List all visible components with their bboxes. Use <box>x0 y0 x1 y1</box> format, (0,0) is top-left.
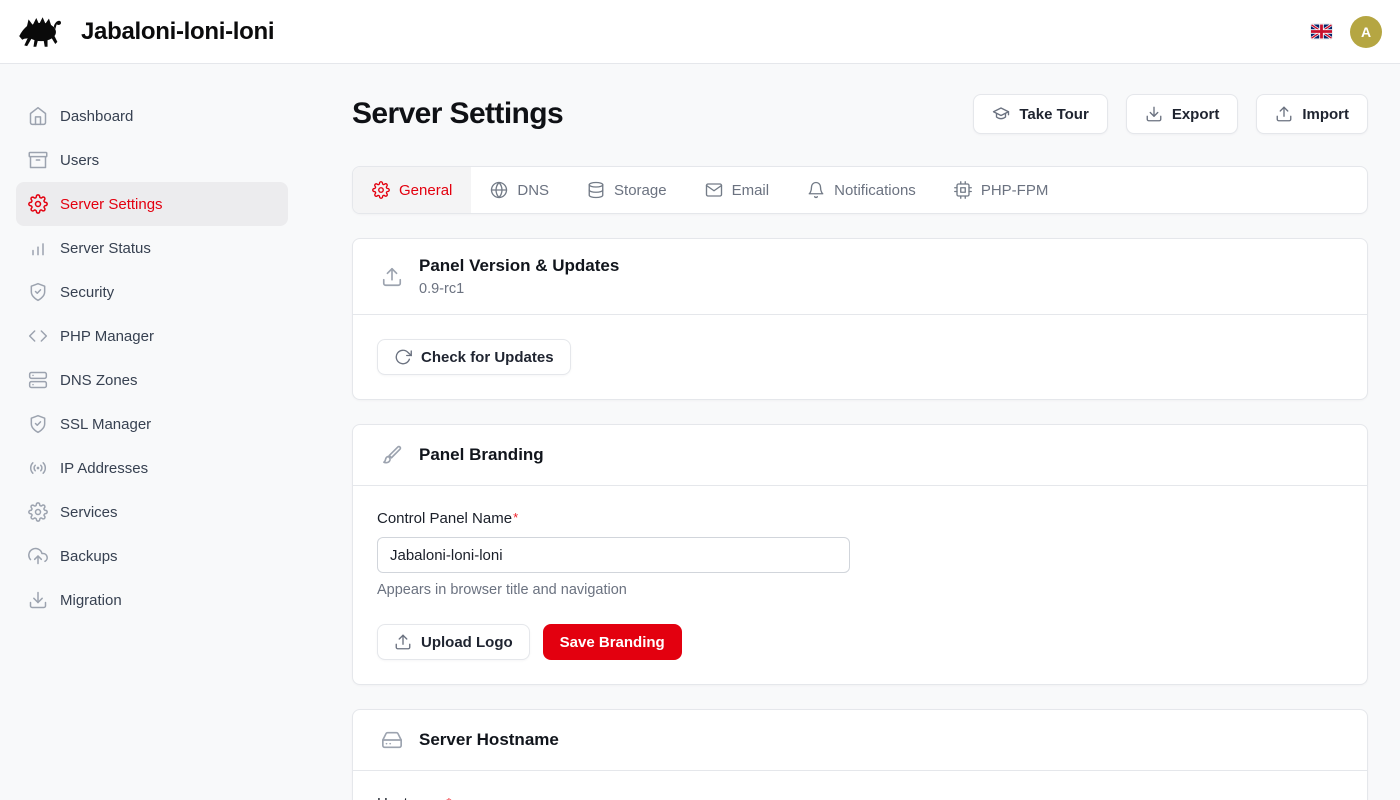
sidebar-item-label: Security <box>60 284 114 301</box>
control-panel-name-input[interactable] <box>377 537 850 573</box>
main-content: Server Settings Take Tour Export Import <box>304 64 1400 800</box>
shield-check-icon <box>28 282 48 302</box>
card-title: Panel Version & Updates <box>419 256 619 276</box>
sidebar-item-label: SSL Manager <box>60 416 151 433</box>
home-icon <box>28 106 48 126</box>
refresh-icon <box>394 348 412 366</box>
sidebar-item-label: Backups <box>60 548 118 565</box>
server-hostname-card-body: Hostname* <box>353 771 1367 800</box>
top-bar: Jabaloni-loni-loni A <box>0 0 1400 64</box>
tab-notifications[interactable]: Notifications <box>788 167 935 213</box>
panel-branding-card: Panel Branding Control Panel Name* Appea… <box>352 424 1368 685</box>
topbar-right: A <box>1311 16 1384 48</box>
database-icon <box>587 181 605 199</box>
layout: Dashboard Users Server Settings Server S… <box>0 64 1400 800</box>
sidebar-item-dns-zones[interactable]: DNS Zones <box>16 358 288 402</box>
globe-icon <box>490 181 508 199</box>
upload-icon <box>381 266 403 288</box>
sidebar-item-dashboard[interactable]: Dashboard <box>16 94 288 138</box>
shield-check-icon <box>28 414 48 434</box>
card-title: Server Hostname <box>419 730 559 750</box>
sidebar-item-services[interactable]: Services <box>16 490 288 534</box>
take-tour-button[interactable]: Take Tour <box>973 94 1107 134</box>
sidebar-item-users[interactable]: Users <box>16 138 288 182</box>
sidebar-item-server-status[interactable]: Server Status <box>16 226 288 270</box>
graduation-cap-icon <box>992 105 1010 123</box>
sidebar: Dashboard Users Server Settings Server S… <box>0 64 304 800</box>
avatar[interactable]: A <box>1350 16 1382 48</box>
page-actions: Take Tour Export Import <box>973 94 1368 134</box>
sidebar-item-label: Server Settings <box>60 196 163 213</box>
download-icon <box>28 590 48 610</box>
tab-dns[interactable]: DNS <box>471 167 568 213</box>
upload-logo-button[interactable]: Upload Logo <box>377 624 530 660</box>
panel-version-card: Panel Version & Updates 0.9-rc1 Check fo… <box>352 238 1368 400</box>
panel-version-card-body: Check for Updates <box>353 315 1367 399</box>
sidebar-item-label: IP Addresses <box>60 460 148 477</box>
code-icon <box>28 326 48 346</box>
upload-icon <box>394 633 412 651</box>
upload-icon <box>1275 105 1293 123</box>
server-hostname-card-header: Server Hostname <box>353 710 1367 771</box>
sidebar-item-server-settings[interactable]: Server Settings <box>16 182 288 226</box>
bell-icon <box>807 181 825 199</box>
sidebar-item-label: Users <box>60 152 99 169</box>
import-button[interactable]: Import <box>1256 94 1368 134</box>
panel-version-value: 0.9-rc1 <box>419 281 619 297</box>
server-stack-icon <box>28 370 48 390</box>
tab-storage[interactable]: Storage <box>568 167 686 213</box>
sidebar-item-backups[interactable]: Backups <box>16 534 288 578</box>
panel-version-card-header: Panel Version & Updates 0.9-rc1 <box>353 239 1367 315</box>
mail-icon <box>705 181 723 199</box>
cloud-upload-icon <box>28 546 48 566</box>
server-hostname-card: Server Hostname Hostname* <box>352 709 1368 800</box>
tab-email[interactable]: Email <box>686 167 789 213</box>
sidebar-item-label: PHP Manager <box>60 328 154 345</box>
sidebar-item-migration[interactable]: Migration <box>16 578 288 622</box>
broadcast-icon <box>28 458 48 478</box>
gear-icon <box>28 502 48 522</box>
sidebar-item-ssl-manager[interactable]: SSL Manager <box>16 402 288 446</box>
hard-drive-icon <box>381 729 403 751</box>
sidebar-item-label: Services <box>60 504 118 521</box>
panel-branding-card-header: Panel Branding <box>353 425 1367 486</box>
archive-icon <box>28 150 48 170</box>
save-branding-button[interactable]: Save Branding <box>543 624 682 660</box>
sidebar-item-label: Dashboard <box>60 108 133 125</box>
uk-flag-icon[interactable] <box>1311 24 1332 39</box>
cpu-icon <box>954 181 972 199</box>
settings-tabs: General DNS Storage Email Notifications … <box>352 166 1368 214</box>
download-icon <box>1145 105 1163 123</box>
sidebar-item-php-manager[interactable]: PHP Manager <box>16 314 288 358</box>
control-panel-name-label: Control Panel Name* <box>377 510 518 527</box>
brand[interactable]: Jabaloni-loni-loni <box>18 13 274 51</box>
check-for-updates-button[interactable]: Check for Updates <box>377 339 571 375</box>
control-panel-name-help: Appears in browser title and navigation <box>377 582 1343 598</box>
gear-icon <box>28 194 48 214</box>
required-marker: * <box>446 795 451 800</box>
export-button[interactable]: Export <box>1126 94 1239 134</box>
panel-branding-card-body: Control Panel Name* Appears in browser t… <box>353 486 1367 684</box>
card-title: Panel Branding <box>419 445 544 465</box>
hostname-label: Hostname* <box>377 795 451 800</box>
tab-php-fpm[interactable]: PHP-FPM <box>935 167 1068 213</box>
sidebar-item-label: Server Status <box>60 240 151 257</box>
page-title: Server Settings <box>352 97 563 131</box>
page-header: Server Settings Take Tour Export Import <box>352 94 1368 134</box>
sidebar-item-label: Migration <box>60 592 122 609</box>
boar-icon <box>18 13 63 51</box>
sidebar-item-label: DNS Zones <box>60 372 138 389</box>
tab-general[interactable]: General <box>353 167 471 213</box>
paintbrush-icon <box>381 444 403 466</box>
sidebar-item-security[interactable]: Security <box>16 270 288 314</box>
required-marker: * <box>513 510 518 525</box>
sidebar-item-ip-addresses[interactable]: IP Addresses <box>16 446 288 490</box>
bar-chart-icon <box>28 238 48 258</box>
gear-icon <box>372 181 390 199</box>
brand-title: Jabaloni-loni-loni <box>81 18 274 46</box>
